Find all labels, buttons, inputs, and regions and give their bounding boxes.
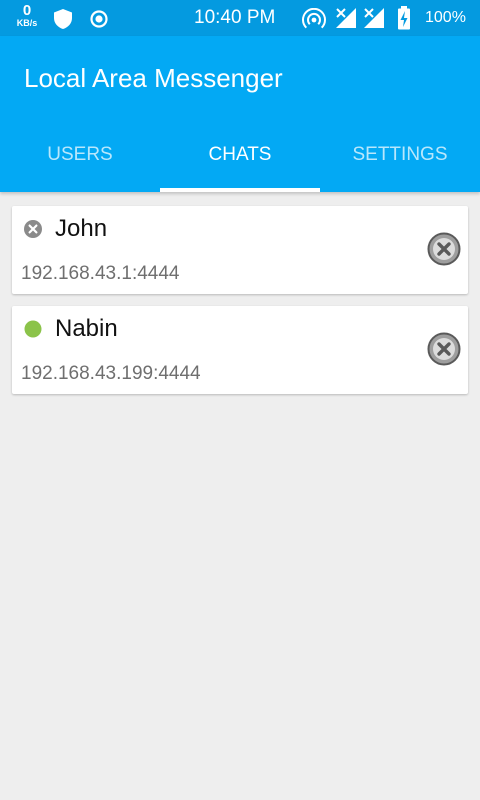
offline-x-icon xyxy=(24,220,42,238)
signal-no-data-icon xyxy=(364,8,384,28)
chat-item-nabin[interactable]: Nabin 192.168.43.199:4444 xyxy=(12,306,468,394)
close-chat-button[interactable] xyxy=(427,332,461,366)
network-speed-unit: KB/s xyxy=(16,18,38,28)
status-time: 10:40 PM xyxy=(194,7,276,28)
hotspot-icon xyxy=(302,8,326,29)
app-title: Local Area Messenger xyxy=(24,63,283,93)
close-chat-button[interactable] xyxy=(427,232,461,266)
network-speed: 0 KB/s xyxy=(14,3,40,28)
chat-item-john[interactable]: John 192.168.43.1:4444 xyxy=(12,206,468,294)
tab-indicator xyxy=(160,188,320,192)
battery-percent: 100% xyxy=(425,9,466,26)
chat-address: 192.168.43.199:4444 xyxy=(21,363,201,384)
tab-users[interactable]: USERS xyxy=(0,144,160,166)
tab-chats[interactable]: CHATS xyxy=(160,144,320,166)
shield-icon xyxy=(54,9,72,29)
signal-no-data-icon xyxy=(336,8,356,28)
tab-settings[interactable]: SETTINGS xyxy=(320,144,480,166)
battery-charging-icon xyxy=(398,6,410,30)
chat-name: Nabin xyxy=(55,315,118,342)
status-bar: 0 KB/s 10:40 PM 100% xyxy=(0,0,480,36)
chat-address: 192.168.43.1:4444 xyxy=(21,263,180,284)
online-dot-icon xyxy=(24,320,42,338)
app-bar: Local Area Messenger USERS CHATS SETTING… xyxy=(0,36,480,192)
chat-name: John xyxy=(55,215,108,242)
record-circle-icon xyxy=(90,10,108,28)
chat-list: John 192.168.43.1:4444 Nabin 192.168.43.… xyxy=(12,206,468,406)
network-speed-value: 0 xyxy=(22,2,32,19)
